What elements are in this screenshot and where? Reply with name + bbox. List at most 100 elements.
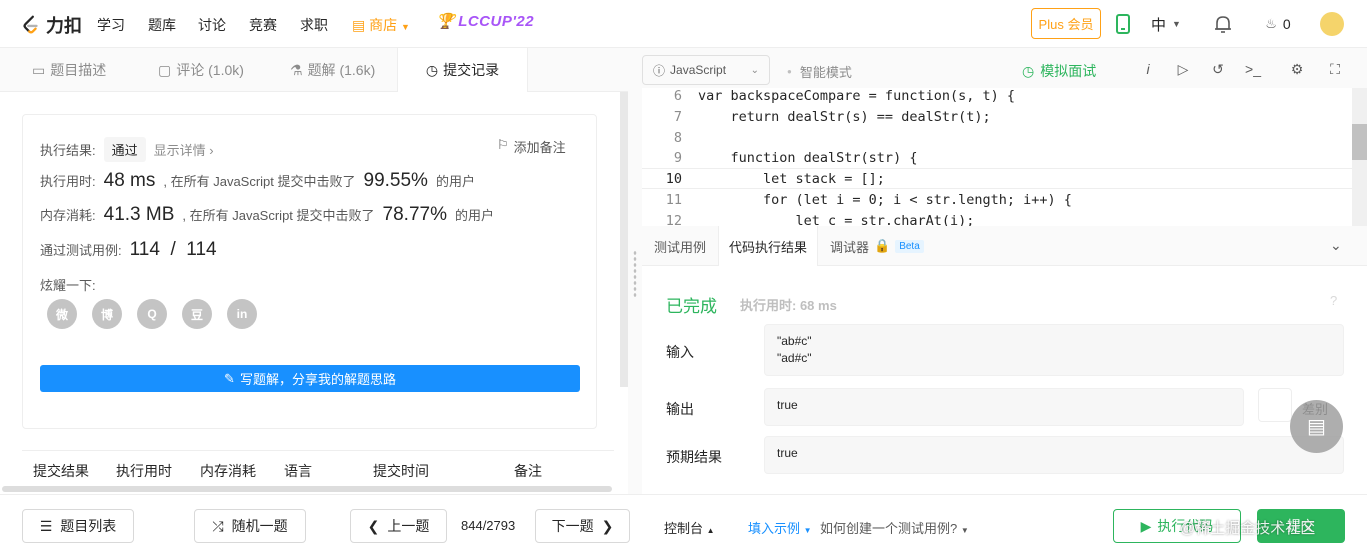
testcases-row: 通过测试用例: 114 / 114 [40,239,217,261]
console-toggle[interactable]: 控制台 ▲ [664,518,715,537]
weibo-icon[interactable]: 博 [92,299,122,329]
result-label: 执行结果: [40,143,96,158]
feedback-float-button[interactable]: ▤ [1290,400,1343,453]
line-number: 9 [673,149,682,166]
tab-run-result[interactable]: 代码执行结果 [718,226,819,266]
runtime-value: 48 ms [103,170,156,191]
mock-interview-button[interactable]: ◷ 模拟面试 [1022,61,1096,81]
tab-debugger[interactable]: 调试器 🔒 Beta [830,226,924,266]
tab-description[interactable]: ▭ 题目描述 [32,48,106,92]
wechat-icon[interactable]: 微 [47,299,77,329]
code-line: 11 for (let i = 0; i < str.length; i++) … [642,189,1354,210]
qq-icon[interactable]: Q [137,299,167,329]
chevron-left-icon: ❮ [367,517,380,534]
plus-member-button[interactable]: Plus 会员 [1031,8,1101,39]
mock-interview-label: 模拟面试 [1040,63,1097,79]
help-icon[interactable]: ? [1330,293,1337,308]
douban-icon[interactable]: 豆 [182,299,212,329]
result-row: 执行结果: 通过 显示详情 › [40,137,214,162]
add-note-label: 添加备注 [513,140,566,155]
tab-submissions[interactable]: ◷ 提交记录 [397,48,528,92]
line-number: 11 [665,191,682,208]
prev-problem-button[interactable]: ❮ 上一题 [350,509,447,543]
streak-counter[interactable]: ♨ 0 [1258,13,1298,35]
language-switch[interactable]: 中 ▼ [1146,13,1186,35]
clock-icon: ◷ [425,61,439,78]
pencil-icon: ✎ [224,370,235,386]
fill-example-button[interactable]: 填入示例 ▼ [748,518,812,537]
problem-list-label: 题目列表 [60,518,117,534]
code-line: 8 [642,127,1354,148]
col-memory: 内存消耗 [200,463,256,479]
gear-icon[interactable]: ⚙ [1288,61,1306,79]
leetcode-logo-icon [23,15,38,34]
avatar[interactable] [1320,12,1344,36]
language-select[interactable]: ⓘ JavaScript ⌄ [642,55,770,85]
smart-mode-toggle[interactable]: ● 智能模式 [787,62,852,81]
nav-contest[interactable]: 竞赛 [249,15,277,35]
smart-mode-label: 智能模式 [799,65,852,80]
caret-down-icon: ▼ [803,526,812,535]
linkedin-icon[interactable]: in [227,299,257,329]
code-text: return dealStr(s) == dealStr(t); [698,108,991,125]
reset-icon[interactable]: ↺ [1209,61,1227,79]
line-number: 7 [673,108,682,125]
code-editor[interactable]: 6 var backspaceCompare = function(s, t) … [642,88,1354,226]
terminal-icon[interactable]: >_ [1244,61,1262,79]
testcases-value: 114 / 114 [129,239,217,260]
show-details-link[interactable]: 显示详情 › [154,140,214,159]
nav-learn[interactable]: 学习 [97,15,125,35]
run-status: 已完成 [666,297,717,316]
code-scrollbar-thumb[interactable] [1352,124,1367,160]
document-icon: ▭ [32,61,46,78]
tab-solutions[interactable]: ⚗ 题解 (1.6k) [290,48,375,92]
flask-icon: ⚗ [290,61,303,78]
left-vertical-scrollbar[interactable] [620,92,628,387]
random-problem-button[interactable]: ⤮ 随机一题 [194,509,306,543]
nav-problems[interactable]: 题库 [148,15,176,35]
tab-testcase[interactable]: 测试用例 [654,226,706,266]
console-body: 已完成 执行用时: 68 ms ? 输入 "ab#c" "ad#c" 输出 tr… [642,266,1367,494]
tab-comments[interactable]: ▢ 评论 (1.0k) [158,48,244,92]
code-line: 12 let c = str.charAt(i); [642,210,1354,227]
nav-shop[interactable]: ▤ 商店 ▼ [352,15,410,35]
diff-toggle[interactable] [1258,388,1292,422]
tab-submissions-label: 提交记录 [443,62,500,78]
write-solution-button[interactable]: ✎ 写题解，分享我的解题思路 [40,365,580,392]
lccup-banner[interactable]: 🏆 LCCUP'22 [436,12,535,31]
line-number: 6 [673,88,682,104]
info-italic-icon[interactable]: i [1139,61,1157,79]
drag-handle-icon[interactable] [633,250,637,298]
input-value: "ab#c" "ad#c" [764,324,1344,376]
horizontal-scrollbar[interactable] [2,486,612,492]
play-icon: ▶ [1140,517,1152,534]
share-icons: 微 博 Q 豆 in [47,299,257,329]
play-icon[interactable]: ▷ [1174,61,1192,79]
bell-icon[interactable] [1212,13,1234,35]
code-text: let stack = []; [698,170,885,187]
submissions-table-header: 提交结果 执行用时 内存消耗 语言 提交时间 备注 [22,450,614,486]
code-line-current: 10 let stack = []; [642,168,1354,189]
nav-discuss[interactable]: 讨论 [198,15,226,35]
shop-icon: ▤ [352,17,366,33]
logo[interactable]: 力扣 [20,12,82,38]
code-text: var backspaceCompare = function(s, t) { [698,88,1015,104]
runtime-row: 执行用时: 48 ms , 在所有 JavaScript 提交中击败了 99.5… [40,170,475,192]
fullscreen-icon[interactable]: ⛶ [1326,61,1344,79]
mobile-icon[interactable] [1112,13,1134,35]
next-problem-label: 下一题 [551,518,594,534]
flag-icon: ⚐ [497,137,509,152]
nav-jobs[interactable]: 求职 [300,15,328,35]
share-label: 炫耀一下: [40,278,96,293]
run-time: 执行用时: 68 ms [740,298,837,313]
chevron-down-icon: ▼ [401,22,410,32]
write-solution-label: 写题解，分享我的解题思路 [239,372,396,387]
add-note-button[interactable]: ⚐ 添加备注 [497,137,566,156]
lccup-label: LCCUP'22 [458,12,535,30]
result-card: 执行结果: 通过 显示详情 › ⚐ 添加备注 执行用时: 48 ms , 在所有… [22,114,597,429]
next-problem-button[interactable]: 下一题 ❯ [535,509,630,543]
col-notes: 备注 [514,463,542,479]
howto-testcase-link[interactable]: 如何创建一个测试用例? ▼ [820,518,969,537]
problem-list-button[interactable]: ☰ 题目列表 [22,509,134,543]
chevron-down-icon[interactable]: ⌄ [1330,237,1342,254]
